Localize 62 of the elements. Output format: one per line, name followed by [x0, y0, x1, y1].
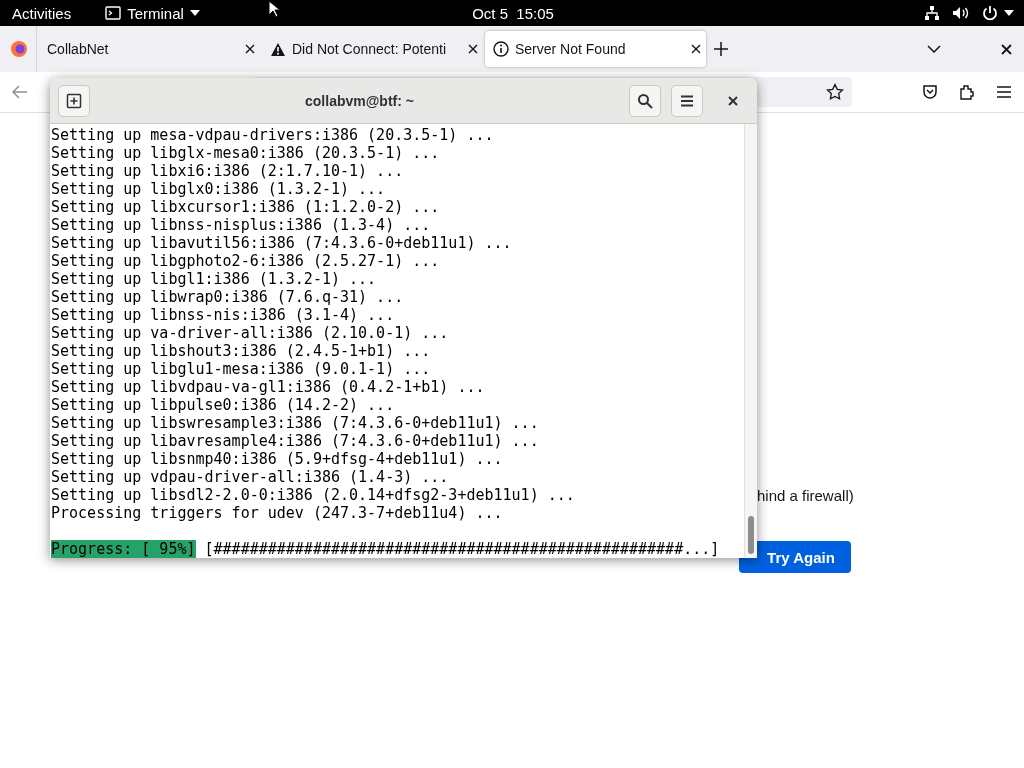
browser-tab[interactable]: CollabNet: [39, 31, 260, 67]
terminal-line: Setting up libglx0:i386 (1.3.2-1) ...: [51, 180, 387, 198]
activities-button[interactable]: Activities: [12, 4, 72, 22]
terminal-line: Setting up libpulse0:i386 (14.2-2) ...: [51, 396, 396, 414]
clock[interactable]: Oct 5 15:05: [472, 4, 554, 22]
terminal-line: Setting up libavresample4:i386 (7:4.3.6-0+deb11u1) ...: [51, 432, 540, 450]
window-title: collabvm@btf: ~: [304, 92, 415, 109]
back-icon[interactable]: [12, 85, 28, 99]
search-button[interactable]: [629, 84, 661, 117]
bookmark-star-icon[interactable]: [826, 83, 844, 101]
terminal-line: Setting up vdpau-driver-all:i386 (1.4-3) ...: [51, 468, 450, 486]
terminal-icon: [105, 6, 122, 20]
browser-tab[interactable]: Did Not Connect: Potenti: [262, 31, 483, 67]
new-tab-button[interactable]: [58, 84, 90, 117]
terminal-line: Setting up libvdpau-va-gl1:i386 (0.4.2-1+b1) ...: [51, 378, 486, 396]
chevron-down-icon[interactable]: [927, 45, 941, 53]
terminal-line: Setting up libsnmp40:i386 (5.9+dfsg-4+deb11u1) ...: [51, 450, 504, 468]
network-icon[interactable]: [924, 5, 940, 21]
menu-icon: [680, 94, 694, 107]
volume-icon[interactable]: [952, 5, 970, 21]
terminal-line: Setting up libnss-nis:i386 (3.1-4) ...: [51, 306, 396, 324]
warning-icon: [270, 41, 286, 57]
terminal-line: Setting up libgl1:i386 (1.3.2-1) ...: [51, 270, 378, 288]
terminal-line: Setting up libavutil56:i386 (7:4.3.6-0+deb11u1) ...: [51, 234, 513, 252]
search-icon: [637, 92, 653, 109]
terminal-line: Setting up libxcursor1:i386 (1:1.2.0-2) ...: [51, 198, 441, 216]
terminal-line: Setting up libsdl2-2.0-0:i386 (2.0.14+dfsg2-3+deb11u1) ...: [51, 486, 576, 504]
terminal-line: Processing triggers for udev (247.3-7+deb11u4) ...: [51, 504, 504, 522]
error-text: hind a firewall): [757, 487, 854, 504]
terminal-line: Setting up libshout3:i386 (2.4.5-1+b1) ...: [51, 342, 432, 360]
extensions-icon[interactable]: [958, 83, 976, 101]
terminal-line: Setting up libnss-nisplus:i386 (1.3-4) ...: [51, 216, 432, 234]
info-icon: [493, 41, 509, 57]
new-tab-icon[interactable]: [714, 42, 728, 56]
menu-icon[interactable]: [996, 85, 1012, 99]
tab-close-icon[interactable]: [245, 44, 255, 54]
progress-label: Progress: [ 95%]: [51, 540, 196, 558]
caret-icon: [1004, 10, 1014, 16]
scrollbar[interactable]: [744, 124, 757, 558]
tab-close-icon[interactable]: [468, 44, 478, 54]
close-icon: [728, 95, 738, 106]
app-menu[interactable]: Terminal: [105, 4, 200, 22]
terminal-line: Setting up libxi6:i386 (2:1.7.10-1) ...: [51, 162, 405, 180]
menu-button[interactable]: [671, 84, 703, 117]
pocket-icon[interactable]: [922, 84, 938, 100]
browser-tab[interactable]: Server Not Found: [485, 31, 706, 67]
terminal-line: Setting up libglu1-mesa:i386 (9.0.1-1) ...: [51, 360, 432, 378]
terminal-line: Setting up libgphoto2-6:i386 (2.5.27-1) ...: [51, 252, 441, 270]
close-icon[interactable]: [1001, 43, 1012, 55]
progress-bar-text: [####################################################...]: [204, 540, 720, 558]
terminal-line: Setting up libglx-mesa0:i386 (20.3.5-1) ...: [51, 144, 441, 162]
try-again-button[interactable]: Try Again: [739, 541, 851, 573]
terminal-line: Setting up libswresample3:i386 (7:4.3.6-0+deb11u1) ...: [51, 414, 540, 432]
terminal-line: Setting up mesa-vdpau-drivers:i386 (20.3.5-1) ...: [51, 126, 495, 144]
terminal-line: Setting up libwrap0:i386 (7.6.q-31) ...: [51, 288, 405, 306]
terminal-line: Setting up va-driver-all:i386 (2.10.0-1) ...: [51, 324, 450, 342]
power-icon: [982, 5, 998, 21]
system-menu[interactable]: [982, 5, 1014, 21]
new-tab-icon: [66, 92, 82, 109]
tab-close-icon[interactable]: [691, 44, 701, 54]
caret-icon: [189, 10, 200, 16]
browser-logo-icon: [10, 40, 28, 58]
